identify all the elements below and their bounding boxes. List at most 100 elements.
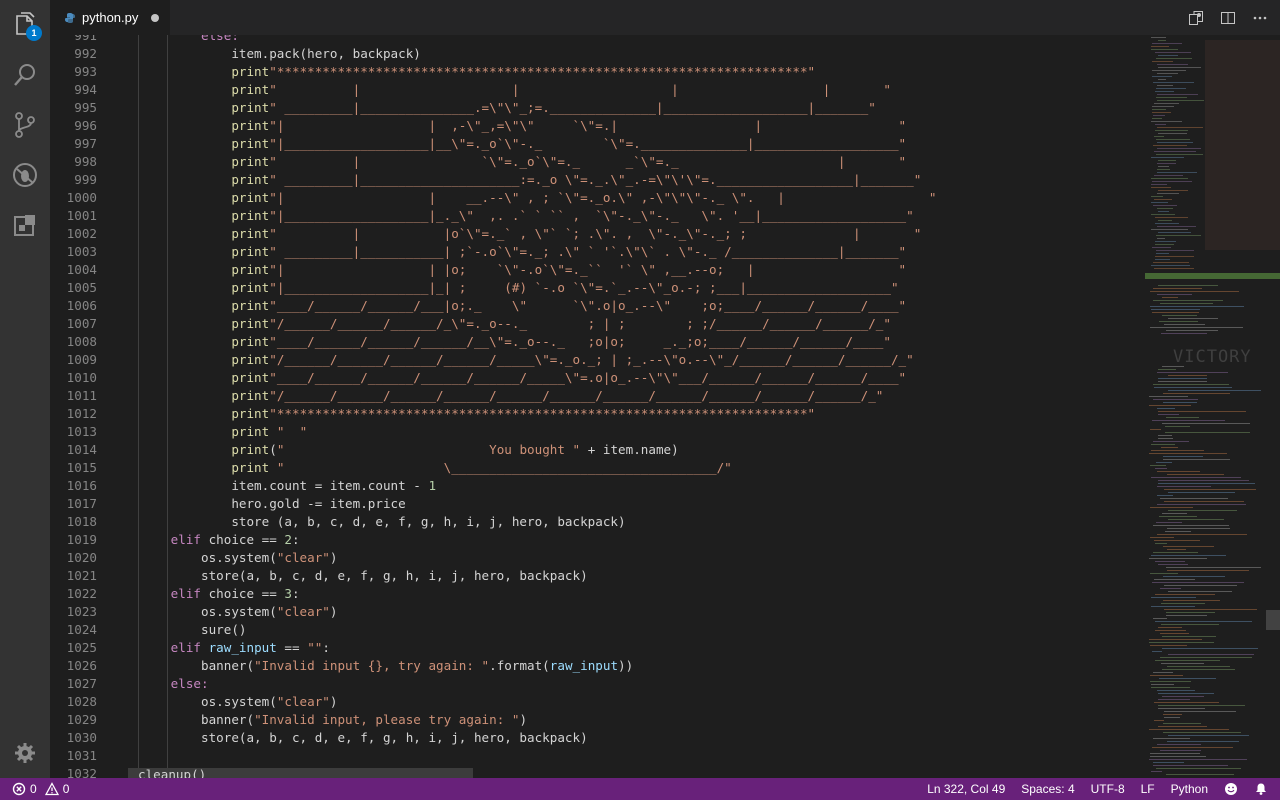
minimap-line (1160, 633, 1189, 634)
code-line[interactable]: 1021 store(a, b, c, d, e, f, g, h, i, j,… (50, 567, 1145, 585)
code-token: 3 (284, 586, 292, 601)
code-line[interactable]: 993 print"******************************… (50, 63, 1145, 81)
code-line[interactable]: 1001 print"|___________________|_._\" ,.… (50, 207, 1145, 225)
code-line[interactable]: 1007 print"/______/______/______/_\"=._o… (50, 315, 1145, 333)
minimap-line (1155, 223, 1179, 224)
minimap-line (1164, 717, 1180, 718)
feedback-button[interactable] (1224, 782, 1238, 797)
code-line[interactable]: 1026 banner("Invalid input {}, try again… (50, 657, 1145, 675)
line-number: 1020 (66, 550, 97, 565)
code-line[interactable]: 1027 else: (50, 675, 1145, 693)
code-line[interactable]: 1006 print"____/______/______/___|o;._ \… (50, 297, 1145, 315)
unsaved-dot-icon[interactable] (151, 14, 159, 22)
code-token: print (110, 334, 270, 349)
line-number: 999 (74, 172, 97, 187)
minimap-line (1162, 315, 1197, 316)
code-token: item.pack(hero, backpack) (110, 46, 421, 61)
code-line[interactable]: 1019 elif choice == 2: (50, 531, 1145, 549)
code-line[interactable]: 996 print"| | ,-\"_,=\"\" `\"=.| | " (50, 117, 1145, 135)
code-token: print (110, 136, 270, 151)
minimap-line (1155, 660, 1220, 661)
line-source: os.system("clear") (110, 603, 338, 621)
minimap-line (1153, 618, 1167, 619)
settings-button[interactable] (0, 728, 50, 778)
code-line[interactable]: 992 item.pack(hero, backpack) (50, 45, 1145, 63)
line-ending[interactable]: LF (1141, 782, 1155, 796)
code-line[interactable]: 998 print" | `\"=._o`\"=._ _`\"=._ | " (50, 153, 1145, 171)
encoding[interactable]: UTF-8 (1091, 782, 1125, 796)
code-line[interactable]: 1025 elif raw_input == "": (50, 639, 1145, 657)
search-button[interactable] (0, 50, 50, 100)
code-editor[interactable]: 991 else: 992 item.pack(hero, backpack) 99… (50, 35, 1145, 778)
minimap-line (1162, 366, 1184, 367)
code-line[interactable]: 997 print"|___________________|__\"=._o`… (50, 135, 1145, 153)
minimap-line (1149, 729, 1229, 730)
code-line[interactable]: 1024 sure() (50, 621, 1145, 639)
minimap-line (1166, 330, 1218, 331)
minimap-line (1150, 327, 1243, 328)
code-line[interactable]: 1010 print"____/______/______/______/___… (50, 369, 1145, 387)
code-line[interactable]: 1022 elif choice == 3: (50, 585, 1145, 603)
minimap-line (1153, 525, 1229, 526)
code-line[interactable]: 1029 banner("Invalid input, please try a… (50, 711, 1145, 729)
minimap-line (1158, 79, 1166, 80)
split-editor-button[interactable] (1220, 10, 1236, 26)
code-line[interactable]: 1030 store(a, b, c, d, e, f, g, h, i, j,… (50, 729, 1145, 747)
open-changes-button[interactable] (1188, 10, 1204, 26)
code-line[interactable]: 995 print" _________|_______________.=\"… (50, 99, 1145, 117)
suggestion-hint[interactable]: cleanup() (128, 768, 473, 778)
notifications-button[interactable] (1254, 782, 1268, 797)
indentation[interactable]: Spaces: 4 (1021, 782, 1074, 796)
minimap-line (1150, 756, 1206, 757)
code-line[interactable]: 994 print" | | | | " (50, 81, 1145, 99)
explorer-button[interactable]: 1 (0, 0, 50, 50)
code-line[interactable]: 1014 print(" You bought " + item.name) (50, 441, 1145, 459)
code-token: "/______/______/______/_\"=._o--._ ; | ;… (269, 316, 891, 331)
code-line[interactable]: 1013 print " " (50, 423, 1145, 441)
minimap-line (1150, 537, 1174, 538)
vertical-scrollbar[interactable] (1266, 35, 1280, 778)
cursor-position[interactable]: Ln 322, Col 49 (927, 782, 1005, 796)
code-line[interactable]: 1017 hero.gold -= item.price (50, 495, 1145, 513)
code-line[interactable]: 1000 print"| | __.--\" , ; `\"=._o.\" ,-… (50, 189, 1145, 207)
line-number: 996 (74, 118, 97, 133)
tab-python-py[interactable]: python.py (50, 0, 170, 35)
code-line[interactable]: 991 else: (50, 35, 1145, 45)
minimap-line (1153, 672, 1173, 673)
code-line[interactable]: 1011 print"/______/______/______/______/… (50, 387, 1145, 405)
code-line[interactable]: 1004 print"| | |o; `\"-.o`\"=._`` '` \" … (50, 261, 1145, 279)
debug-button[interactable] (0, 150, 50, 200)
minimap-line (1164, 609, 1257, 610)
code-line[interactable]: 1020 os.system("clear") (50, 549, 1145, 567)
code-line[interactable]: 1028 os.system("clear") (50, 693, 1145, 711)
code-line[interactable]: 999 print" _________|___________________… (50, 171, 1145, 189)
code-line[interactable]: 1018 store (a, b, c, d, e, f, g, h, i, j… (50, 513, 1145, 531)
problems-indicator[interactable]: 0 0 (12, 778, 69, 800)
minimap[interactable]: VICTORY (1145, 35, 1280, 778)
scrollbar-thumb[interactable] (1266, 610, 1280, 630)
minimap-line (1160, 657, 1252, 658)
minimap-line (1151, 771, 1162, 772)
code-line[interactable]: 1009 print"/______/______/______/______/… (50, 351, 1145, 369)
source-control-button[interactable] (0, 100, 50, 150)
extensions-button[interactable] (0, 200, 50, 250)
code-line[interactable]: 1005 print"|___________________|_| ; (#)… (50, 279, 1145, 297)
code-line[interactable]: 1031 (50, 747, 1145, 765)
code-line[interactable]: 1016 item.count = item.count - 1 (50, 477, 1145, 495)
minimap-line (1152, 118, 1162, 119)
minimap-line (1152, 247, 1171, 248)
code-token: "" (307, 640, 323, 655)
more-actions-button[interactable] (1252, 10, 1268, 26)
code-line[interactable]: 1015 print " \__________________________… (50, 459, 1145, 477)
line-source: print"____/______/______/___|o;._ \" `\"… (110, 297, 906, 315)
code-token: "***************************************… (269, 64, 816, 79)
code-line[interactable]: 1008 print"____/______/______/______/__\… (50, 333, 1145, 351)
minimap-line (1152, 109, 1166, 110)
code-token: print (110, 370, 270, 385)
minimap-slider[interactable] (1145, 273, 1280, 279)
code-line[interactable]: 1002 print" | |o`\"=._` , \"` `; .\". , … (50, 225, 1145, 243)
code-line[interactable]: 1003 print" _________|___________| ;`-.o… (50, 243, 1145, 261)
code-line[interactable]: 1012 print"*****************************… (50, 405, 1145, 423)
code-line[interactable]: 1023 os.system("clear") (50, 603, 1145, 621)
language-mode[interactable]: Python (1171, 782, 1208, 796)
